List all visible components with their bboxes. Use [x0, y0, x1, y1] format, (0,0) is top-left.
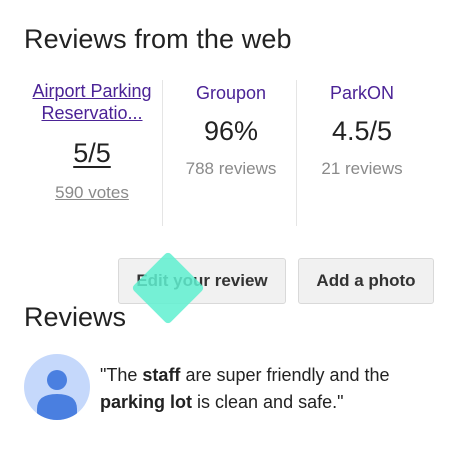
- reviewer-avatar: [24, 354, 90, 420]
- source-parkon[interactable]: ParkON 4.5/5 21 reviews: [296, 80, 427, 226]
- source-airport-parking-votes[interactable]: 590 votes: [32, 183, 152, 203]
- source-groupon-name[interactable]: Groupon: [163, 82, 299, 104]
- quote-highlight-parking-lot: parking lot: [100, 392, 193, 412]
- source-airport-parking-score[interactable]: 5/5: [73, 138, 111, 169]
- source-parkon-name[interactable]: ParkON: [297, 82, 427, 104]
- source-airport-parking-link[interactable]: Airport Parking Reservatio...: [32, 80, 152, 124]
- source-parkon-score: 4.5/5: [331, 116, 393, 146]
- source-groupon[interactable]: Groupon 96% 788 reviews: [162, 80, 299, 226]
- review-sources: Airport Parking Reservatio... 5/5 590 vo…: [22, 80, 432, 230]
- source-groupon-score: 96%: [203, 116, 259, 146]
- quote-text-end: is clean and safe.": [192, 392, 344, 412]
- review-quote: "The staff are super friendly and the pa…: [100, 362, 440, 416]
- reviews-section-title: Reviews: [24, 302, 127, 332]
- source-airport-parking[interactable]: Airport Parking Reservatio... 5/5 590 vo…: [32, 80, 152, 203]
- person-icon: [37, 370, 77, 420]
- reviews-from-web-title: Reviews from the web: [24, 24, 292, 54]
- add-photo-button[interactable]: Add a photo: [298, 258, 434, 304]
- source-groupon-count: 788 reviews: [185, 159, 277, 178]
- quote-text-open: "The: [100, 365, 143, 385]
- quote-text-mid: are super friendly and the: [180, 365, 390, 385]
- quote-highlight-staff: staff: [142, 365, 181, 385]
- source-parkon-count: 21 reviews: [321, 159, 403, 178]
